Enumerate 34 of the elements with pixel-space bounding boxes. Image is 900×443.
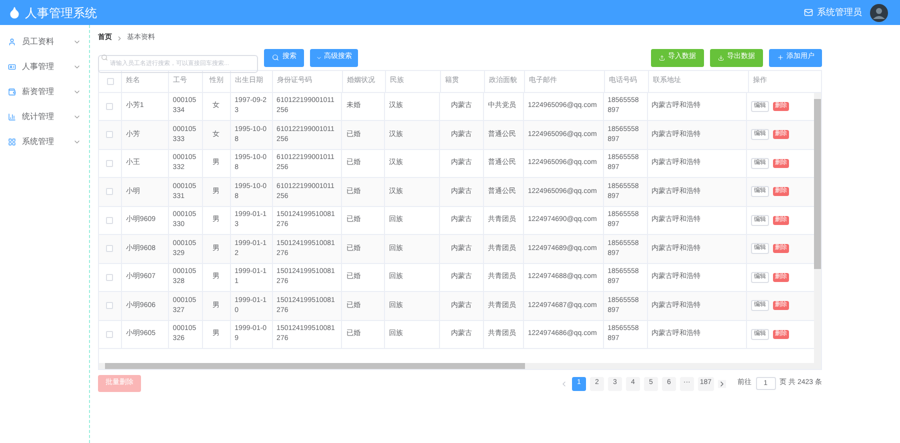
bar-chart-icon [8, 112, 16, 120]
row-checkbox[interactable] [106, 102, 114, 110]
caret-icon [316, 54, 322, 60]
row-checkbox[interactable] [106, 274, 114, 281]
row-checkbox[interactable] [106, 245, 114, 252]
select-all-checkbox[interactable] [106, 78, 114, 84]
download-icon [718, 54, 724, 60]
sidebar-item[interactable]: 薪资管理 [0, 79, 89, 104]
plus-icon [776, 54, 784, 61]
sidebar-item[interactable]: 统计管理 [0, 104, 89, 129]
search-icon [101, 54, 108, 61]
row-checkbox[interactable] [106, 330, 114, 338]
row-checkbox[interactable] [106, 131, 114, 138]
app-title: 人事管理系统 [25, 4, 97, 22]
upload-icon [659, 54, 665, 60]
row-checkbox[interactable] [106, 188, 114, 196]
row-checkbox[interactable] [106, 302, 114, 310]
id-card-icon [8, 62, 16, 70]
sidebar-item[interactable]: 系统管理 [0, 129, 89, 154]
logo-icon [8, 6, 21, 19]
search-icon [272, 54, 278, 61]
row-checkbox[interactable] [106, 216, 114, 224]
sidebar-item[interactable]: 员工资料 [0, 29, 89, 54]
avatar[interactable] [870, 4, 888, 22]
vertical-scrollbar[interactable] [814, 92, 821, 362]
wallet-icon [8, 88, 16, 96]
grid-icon [8, 138, 16, 146]
horizontal-scrollbar[interactable] [99, 362, 821, 368]
next-page-icon[interactable] [718, 380, 726, 388]
separator-icon [116, 34, 123, 42]
mail-icon[interactable] [804, 8, 813, 17]
sidebar-item[interactable]: 人事管理 [0, 54, 89, 79]
user-icon [8, 38, 16, 46]
row-checkbox[interactable] [106, 160, 114, 167]
